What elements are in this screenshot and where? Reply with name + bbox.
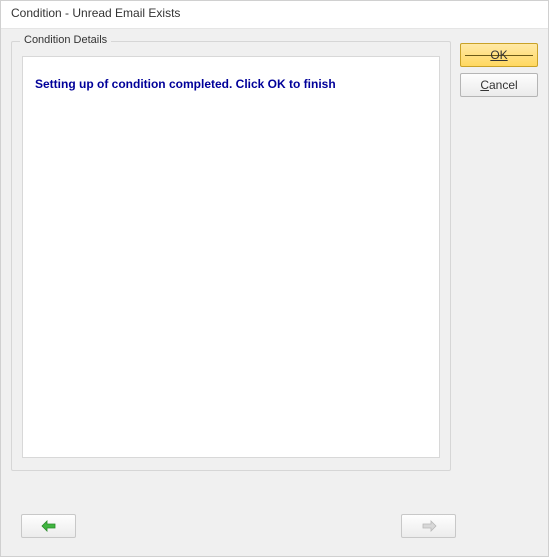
completion-message: Setting up of condition completed. Click… [35,77,427,91]
arrow-left-icon [41,520,57,532]
forward-button[interactable] [401,514,456,538]
cancel-button-label: Cancel [480,78,517,92]
ok-button[interactable]: OK [460,43,538,67]
group-legend: Condition Details [20,34,111,46]
details-panel: Setting up of condition completed. Click… [22,56,440,458]
dialog-body: Condition Details Setting up of conditio… [1,29,548,556]
title-bar: Condition - Unread Email Exists [1,1,548,29]
back-button[interactable] [21,514,76,538]
cancel-button[interactable]: Cancel [460,73,538,97]
ok-button-label: OK [490,48,507,62]
arrow-right-icon [421,520,437,532]
dialog-window: Condition - Unread Email Exists Conditio… [0,0,549,557]
condition-details-group: Condition Details Setting up of conditio… [11,41,451,471]
window-title: Condition - Unread Email Exists [11,6,180,20]
